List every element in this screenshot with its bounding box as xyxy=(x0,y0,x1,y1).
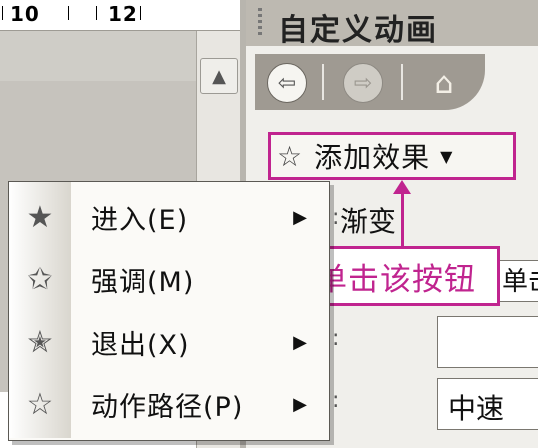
emphasis-star-icon: ✩ xyxy=(27,261,53,297)
ruler-label-10: 10 xyxy=(10,2,40,26)
task-pane-title: 自定义动画 xyxy=(278,13,438,48)
field-colon: : xyxy=(332,326,340,351)
menu-item-motion-path[interactable]: ☆ 动作路径(P) ▶ xyxy=(9,373,327,435)
field-colon: : xyxy=(332,205,340,230)
forward-button[interactable]: ⇨ xyxy=(343,63,383,103)
horizontal-ruler: 10 12 xyxy=(0,0,240,31)
pane-grip-handle[interactable] xyxy=(258,8,262,38)
exit-star-icon: ✭ xyxy=(27,324,53,360)
field-colon: : xyxy=(332,388,340,413)
menu-item-label: 退出(X) xyxy=(91,329,190,361)
callout-arrowhead xyxy=(393,180,411,194)
chevron-up-icon: ▲ xyxy=(212,65,226,87)
home-icon: ⌂ xyxy=(434,65,454,101)
add-effect-button[interactable]: ☆ 添加效果 ▼ xyxy=(268,132,516,180)
menu-item-exit[interactable]: ✭ 退出(X) ▶ xyxy=(9,311,327,373)
motion-path-star-icon: ☆ xyxy=(26,386,54,422)
back-button[interactable]: ⇦ xyxy=(267,63,307,103)
entrance-star-icon: ★ xyxy=(26,199,54,235)
ruler-tick xyxy=(68,6,69,20)
dropdown-arrow-icon: ▼ xyxy=(440,146,453,166)
menu-item-label: 动作路径(P) xyxy=(91,391,244,423)
menu-item-label: 进入(E) xyxy=(91,204,189,236)
submenu-arrow-icon: ▶ xyxy=(293,393,307,415)
ruler-label-12: 12 xyxy=(108,2,138,26)
slide-background xyxy=(0,31,196,81)
back-arrow-icon: ⇦ xyxy=(277,70,297,96)
start-dropdown[interactable]: 单击 xyxy=(498,260,538,302)
ruler-tick xyxy=(140,6,141,20)
add-effect-label: 添加效果 xyxy=(314,141,431,174)
submenu-arrow-icon: ▶ xyxy=(293,331,307,353)
submenu-arrow-icon: ▶ xyxy=(293,206,307,228)
property-dropdown[interactable] xyxy=(437,316,538,368)
speed-dropdown[interactable]: 中速 xyxy=(437,378,538,430)
menu-item-emphasis[interactable]: ✩ 强调(M) xyxy=(9,248,327,310)
scroll-up-button[interactable]: ▲ xyxy=(200,58,238,94)
menu-item-entrance[interactable]: ★ 进入(E) ▶ xyxy=(9,186,327,248)
home-button[interactable]: ⌂ xyxy=(422,63,466,103)
ruler-tick xyxy=(96,6,97,20)
menu-item-label: 强调(M) xyxy=(91,266,195,298)
star-icon: ☆ xyxy=(277,139,303,173)
callout-pointer-line xyxy=(401,190,404,248)
nav-separator xyxy=(401,64,403,100)
ruler-tick xyxy=(2,6,3,20)
forward-arrow-icon: ⇨ xyxy=(353,70,373,96)
modify-effect-name: 渐变 xyxy=(340,205,397,238)
nav-separator xyxy=(322,64,324,100)
